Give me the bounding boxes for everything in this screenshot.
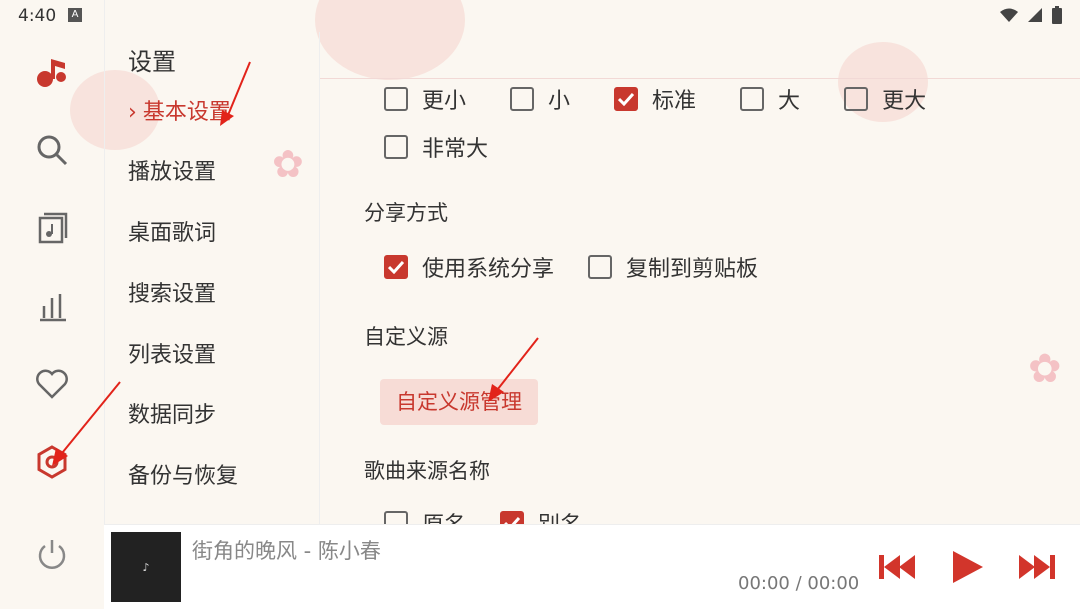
font-option-small[interactable]: 小 bbox=[510, 83, 570, 115]
checkbox[interactable] bbox=[510, 87, 535, 111]
status-bar: 4:40 A bbox=[0, 0, 1080, 32]
menu-item-backup[interactable]: 备份与恢复 bbox=[128, 457, 238, 497]
nav-rail bbox=[0, 0, 105, 608]
player-bar: ♪ 街角的晚风 - 陈小春 00:00 / 00:00 bbox=[104, 524, 1080, 609]
checkbox[interactable] bbox=[384, 511, 408, 525]
album-cover[interactable]: ♪ bbox=[111, 532, 181, 602]
source-name-options: 原名 别名 bbox=[384, 507, 582, 525]
chevron-right-icon: › bbox=[128, 100, 137, 125]
settings-menu: 设置 › 基本设置 播放设置 桌面歌词 搜索设置 列表设置 数据同步 备份与恢复 bbox=[104, 32, 320, 524]
checkbox[interactable] bbox=[384, 135, 408, 159]
option-label: 大 bbox=[778, 89, 801, 114]
font-size-options-row2: 非常大 bbox=[384, 131, 488, 163]
checkbox[interactable] bbox=[384, 87, 408, 111]
play-icon[interactable] bbox=[948, 547, 988, 587]
option-label: 别名 bbox=[538, 507, 582, 525]
source-option-alias[interactable]: 别名 bbox=[500, 507, 582, 525]
share-option-clipboard[interactable]: 复制到剪贴板 bbox=[588, 251, 758, 283]
power-icon[interactable] bbox=[30, 532, 74, 576]
menu-item-playback[interactable]: 播放设置 bbox=[128, 153, 216, 193]
font-option-smaller[interactable]: 更小 bbox=[384, 83, 466, 115]
option-label: 标准 bbox=[652, 89, 697, 114]
menu-item-list[interactable]: 列表设置 bbox=[128, 336, 216, 376]
next-icon[interactable] bbox=[1016, 547, 1056, 587]
menu-item-desktop-lyrics[interactable]: 桌面歌词 bbox=[128, 214, 216, 254]
search-icon[interactable] bbox=[30, 128, 74, 172]
settings-icon[interactable] bbox=[30, 440, 74, 484]
menu-item-search[interactable]: 搜索设置 bbox=[128, 275, 216, 315]
option-label: 使用系统分享 bbox=[422, 257, 555, 282]
menu-item-label: 基本设置 bbox=[142, 100, 231, 125]
previous-icon[interactable] bbox=[878, 547, 918, 587]
share-options: 使用系统分享 复制到剪贴板 bbox=[384, 251, 758, 283]
settings-content: 更小 小 标准 大 更大 非常大 分享方式 使用系统分享 复制到剪贴板 自定义源… bbox=[320, 78, 1080, 525]
checkbox-checked[interactable] bbox=[384, 255, 408, 279]
page-title: 设置 bbox=[128, 48, 176, 76]
option-label: 更大 bbox=[882, 89, 927, 114]
source-option-original[interactable]: 原名 bbox=[384, 507, 466, 525]
share-option-system[interactable]: 使用系统分享 bbox=[384, 251, 554, 283]
font-option-standard[interactable]: 标准 bbox=[614, 83, 696, 115]
menu-item-sync[interactable]: 数据同步 bbox=[128, 396, 216, 436]
status-icons bbox=[1000, 6, 1062, 24]
option-label: 小 bbox=[548, 89, 571, 114]
share-title: 分享方式 bbox=[364, 201, 448, 225]
option-label: 原名 bbox=[422, 507, 466, 525]
option-label: 更小 bbox=[422, 89, 467, 114]
font-option-larger[interactable]: 更大 bbox=[844, 83, 926, 115]
custom-source-title: 自定义源 bbox=[364, 325, 448, 349]
music-list-icon[interactable] bbox=[30, 206, 74, 250]
music-logo-icon[interactable] bbox=[30, 50, 74, 94]
checkbox[interactable] bbox=[844, 87, 869, 111]
font-size-options: 更小 小 标准 大 更大 bbox=[384, 83, 926, 115]
chart-icon[interactable] bbox=[30, 284, 74, 328]
font-option-very-large[interactable]: 非常大 bbox=[384, 131, 488, 163]
option-label: 非常大 bbox=[422, 137, 489, 162]
battery-icon bbox=[1052, 6, 1062, 24]
signal-icon bbox=[1028, 8, 1042, 22]
menu-item-basic[interactable]: › 基本设置 bbox=[128, 93, 231, 133]
option-label: 复制到剪贴板 bbox=[626, 257, 759, 282]
checkbox-checked[interactable] bbox=[614, 87, 639, 111]
heart-icon[interactable] bbox=[30, 362, 74, 406]
wifi-icon bbox=[1000, 8, 1018, 22]
checkbox-checked[interactable] bbox=[500, 511, 525, 525]
checkbox[interactable] bbox=[588, 255, 613, 279]
source-name-title: 歌曲来源名称 bbox=[364, 459, 490, 483]
font-option-large[interactable]: 大 bbox=[740, 83, 800, 115]
custom-source-manage-button[interactable]: 自定义源管理 bbox=[380, 379, 538, 425]
song-time: 00:00 / 00:00 bbox=[738, 573, 860, 594]
song-title: 街角的晚风 - 陈小春 bbox=[192, 539, 381, 563]
checkbox[interactable] bbox=[740, 87, 765, 111]
